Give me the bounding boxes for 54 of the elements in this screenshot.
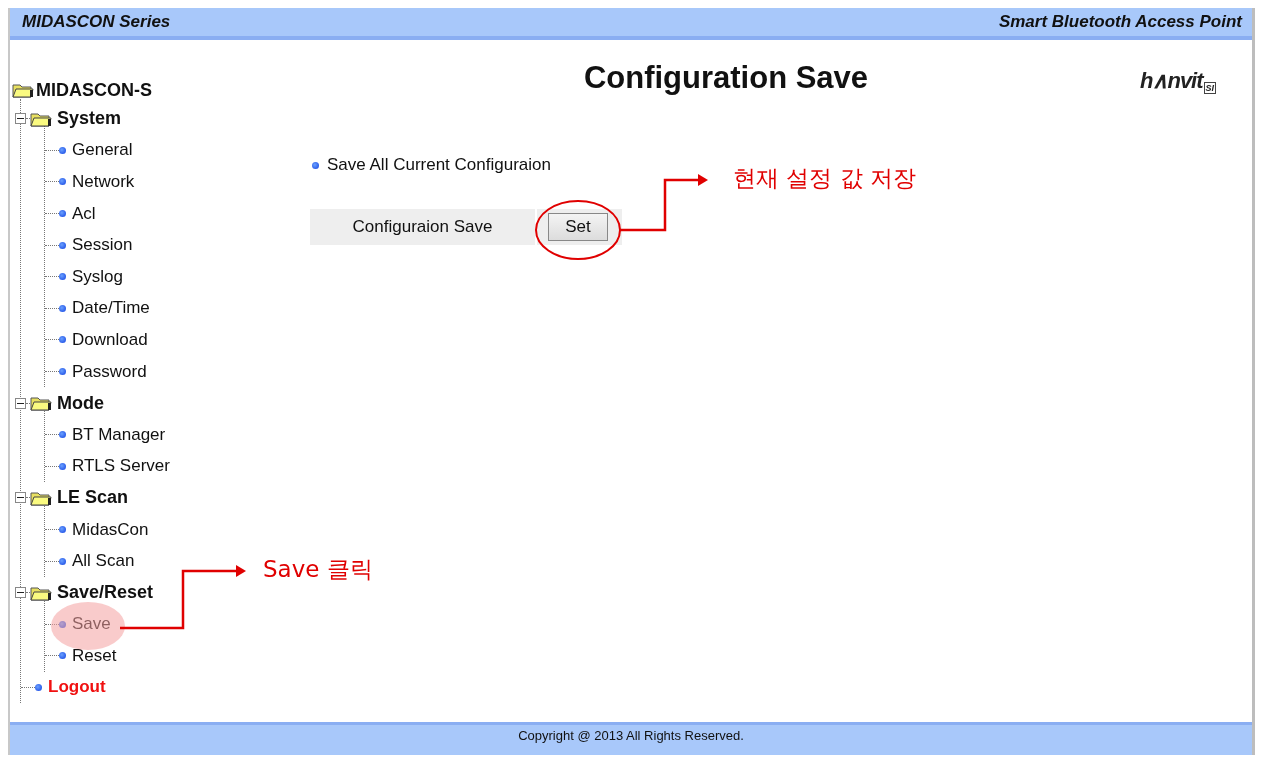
bullet-icon [59,652,66,660]
tree-group-label[interactable]: System [57,108,122,130]
expander-icon[interactable] [15,397,26,409]
expander-icon[interactable] [15,587,26,599]
folder-icon [12,82,34,98]
bullet-icon [59,431,66,439]
folder-icon [30,584,52,601]
bullet-icon [59,241,66,249]
bullet-icon [59,210,66,218]
bullet-icon [59,336,66,344]
bullet-icon [59,620,66,628]
nav-link[interactable]: Session [72,235,133,256]
callout-text: 현재 설정 값 저장 [733,164,916,193]
nav-link[interactable]: Network [72,172,135,192]
nav-link[interactable]: Download [72,329,148,350]
series-title: MIDASCON Series [22,12,171,32]
product-title: Smart Bluetooth Access Point [998,12,1242,32]
setting-label: Configuraion Save [310,209,535,245]
bullet-icon [59,526,66,533]
expander-icon[interactable] [15,113,26,125]
bullet-icon [59,304,66,312]
tree-root-label: MIDASCON-S [36,79,152,101]
nav-link[interactable]: Password [72,361,147,382]
bullet-icon [59,462,66,470]
logout-link[interactable]: Logout [48,677,106,698]
tree-group-label[interactable]: LE Scan [57,487,129,509]
copyright-text: Copyright @ 2013 All Rights Reserved. [518,728,744,745]
folder-icon [30,395,52,412]
bullet-icon [35,684,42,691]
callout-text: Save 클릭 [263,555,373,584]
bullet-icon [59,178,66,186]
nav-link[interactable]: Date/Time [72,298,150,319]
bullet-icon [59,273,66,281]
nav-link[interactable]: Acl [72,203,96,224]
nav-link[interactable]: Syslog [72,266,124,287]
nav-link[interactable]: All Scan [72,551,135,572]
bullet-icon [312,161,319,169]
bullet-icon [59,146,66,154]
bullet-icon [59,557,66,565]
tree-group-label[interactable]: Mode [57,392,104,414]
bullet-icon [59,368,66,376]
set-button[interactable]: Set [548,213,608,241]
section-heading: Save All Current Configuraion [327,155,551,175]
nav-link[interactable]: BT Manager [72,424,166,445]
expander-icon[interactable] [15,492,26,504]
folder-icon [30,489,52,506]
tree-group-label[interactable]: Save/Reset [57,582,154,604]
nav-link[interactable]: RTLS Server [72,456,170,477]
page-title: Configuration Save [582,60,870,96]
nav-link[interactable]: MidasCon [72,519,149,540]
folder-icon [30,110,52,127]
nav-link[interactable]: Save [72,614,111,635]
nav-link[interactable]: Reset [72,645,117,666]
nav-link[interactable]: General [72,140,133,161]
